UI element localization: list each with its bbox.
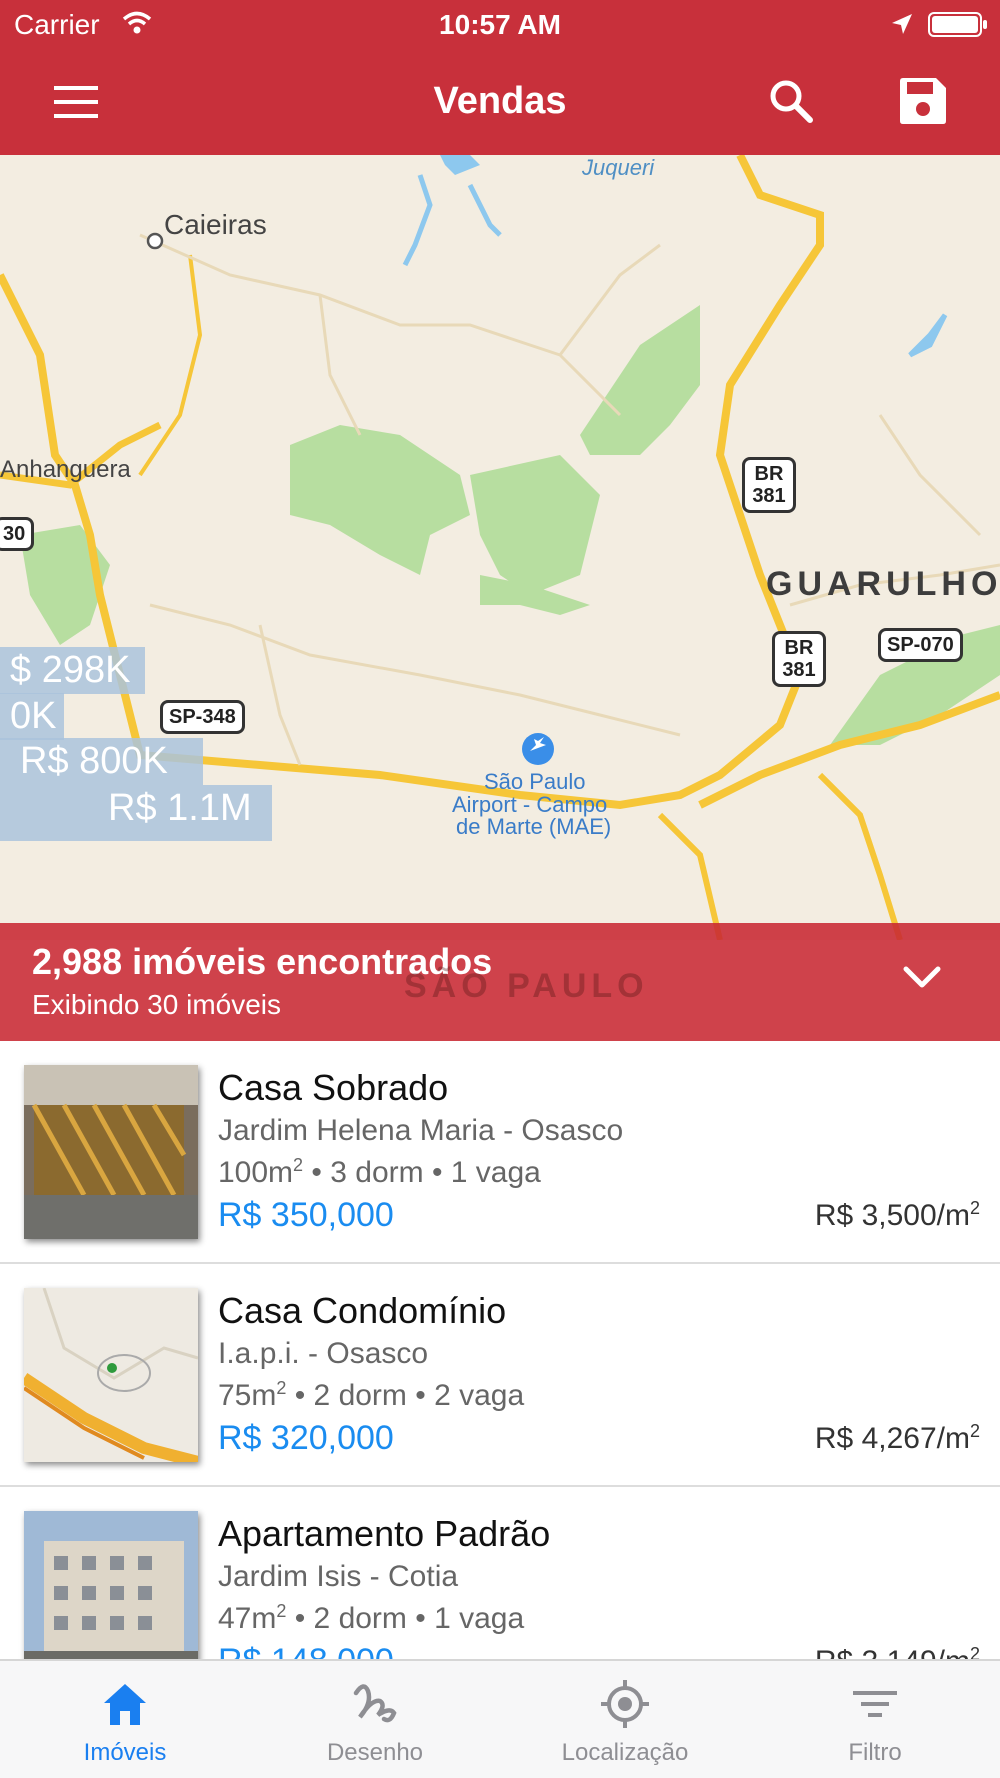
map-label-caieiras: Caieiras (164, 209, 267, 240)
map-label-juqueri: Juqueri (582, 155, 655, 180)
route-shield-30: 30 (0, 517, 35, 551)
results-showing: Exibindo 30 imóveis (32, 989, 282, 1020)
listing-price: R$ 320,000 (218, 1419, 394, 1457)
listing-location: I.a.p.i. - Osasco (218, 1337, 429, 1370)
page-title: Vendas (433, 80, 567, 122)
map-label-guarulhos: GUARULHO (766, 565, 1000, 603)
listing-photo (24, 1511, 198, 1659)
list-item[interactable]: Casa Sobrado Jardim Helena Maria - Osasc… (0, 1041, 1000, 1264)
route-shield-sp348: SP-348 (160, 700, 245, 734)
map-thumbnail-icon (24, 1288, 198, 1462)
top-bar: Carrier 10:57 AM Vendas (0, 0, 1000, 155)
tab-localizacao[interactable]: Localização (500, 1661, 750, 1778)
home-icon (104, 1684, 146, 1725)
status-time: 10:57 AM (439, 9, 561, 40)
tab-filtro[interactable]: Filtro (750, 1661, 1000, 1778)
route-shield-br381-b: BR 381 (772, 631, 826, 687)
tab-label: Filtro (848, 1739, 902, 1766)
results-banner[interactable]: 2,988 imóveis encontrados Exibindo 30 im… (0, 923, 1000, 1041)
chevron-down-icon[interactable] (900, 961, 944, 993)
tab-imoveis[interactable]: Imóveis (0, 1661, 250, 1778)
search-icon[interactable] (766, 76, 818, 128)
price-cluster-298k[interactable]: $ 298K (0, 647, 145, 694)
house-photo-icon (24, 1065, 198, 1239)
map-view[interactable]: Juqueri Caieiras Anhanguera GUARULHO São… (0, 155, 1000, 940)
tab-desenho[interactable]: Desenho (250, 1661, 500, 1778)
listings-list: Casa Sobrado Jardim Helena Maria - Osasc… (0, 1041, 1000, 1659)
location-arrow-icon (892, 14, 912, 34)
map-label-airport-line3: de Marte (MAE) (456, 814, 612, 839)
listing-photo (24, 1065, 198, 1239)
route-shield-br381-a: BR 381 (742, 457, 796, 513)
price-cluster-800k[interactable]: R$ 800K (0, 738, 203, 785)
listing-title: Apartamento Padrão (218, 1513, 551, 1554)
listing-price-per-m2: R$ 4,267/m2 (814, 1421, 980, 1455)
list-item[interactable]: Apartamento Padrão Jardim Isis - Cotia 4… (0, 1487, 1000, 1659)
listing-price: R$ 350,000 (218, 1196, 394, 1234)
listing-specs: 47m2 • 2 dorm • 1 vaga (218, 1601, 525, 1635)
listing-specs: 100m2 • 3 dorm • 1 vaga (218, 1155, 541, 1189)
battery-icon (928, 12, 987, 37)
listing-photo (24, 1288, 198, 1462)
building-photo-icon (24, 1511, 198, 1659)
tab-label: Desenho (326, 1739, 424, 1766)
listing-title: Casa Condomínio (218, 1290, 507, 1331)
tab-label: Localização (561, 1739, 689, 1766)
map-label-sao-paulo: SÃO PAULO (404, 967, 649, 1005)
tab-bar: Imóveis Desenho Localização Filtro (0, 1659, 1000, 1778)
list-item[interactable]: Casa Condomínio I.a.p.i. - Osasco 75m2 •… (0, 1264, 1000, 1487)
map-label-anhanguera: Anhanguera (0, 456, 131, 483)
save-icon[interactable] (898, 76, 948, 126)
listing-specs: 75m2 • 2 dorm • 2 vaga (218, 1378, 525, 1412)
listing-location: Jardim Helena Maria - Osasco (218, 1114, 624, 1147)
listing-price: R$ 148,000 (218, 1642, 394, 1659)
location-target-icon (601, 1680, 649, 1728)
route-shield-sp070: SP-070 (878, 628, 963, 662)
filter-icon (853, 1691, 897, 1717)
listing-price-per-m2: R$ 3,149/m2 (815, 1644, 980, 1659)
price-cluster-0k[interactable]: 0K (0, 693, 64, 740)
price-cluster-1-1m[interactable]: R$ 1.1M (0, 785, 272, 841)
listing-title: Casa Sobrado (218, 1067, 449, 1108)
listing-price-per-m2: R$ 3,500/m2 (814, 1198, 980, 1232)
draw-icon (353, 1684, 397, 1723)
navigation-bar: Vendas (0, 50, 1000, 155)
tab-label: Imóveis (83, 1739, 167, 1766)
listing-location: Jardim Isis - Cotia (218, 1560, 459, 1593)
status-bar: Carrier 10:57 AM (0, 0, 1000, 50)
